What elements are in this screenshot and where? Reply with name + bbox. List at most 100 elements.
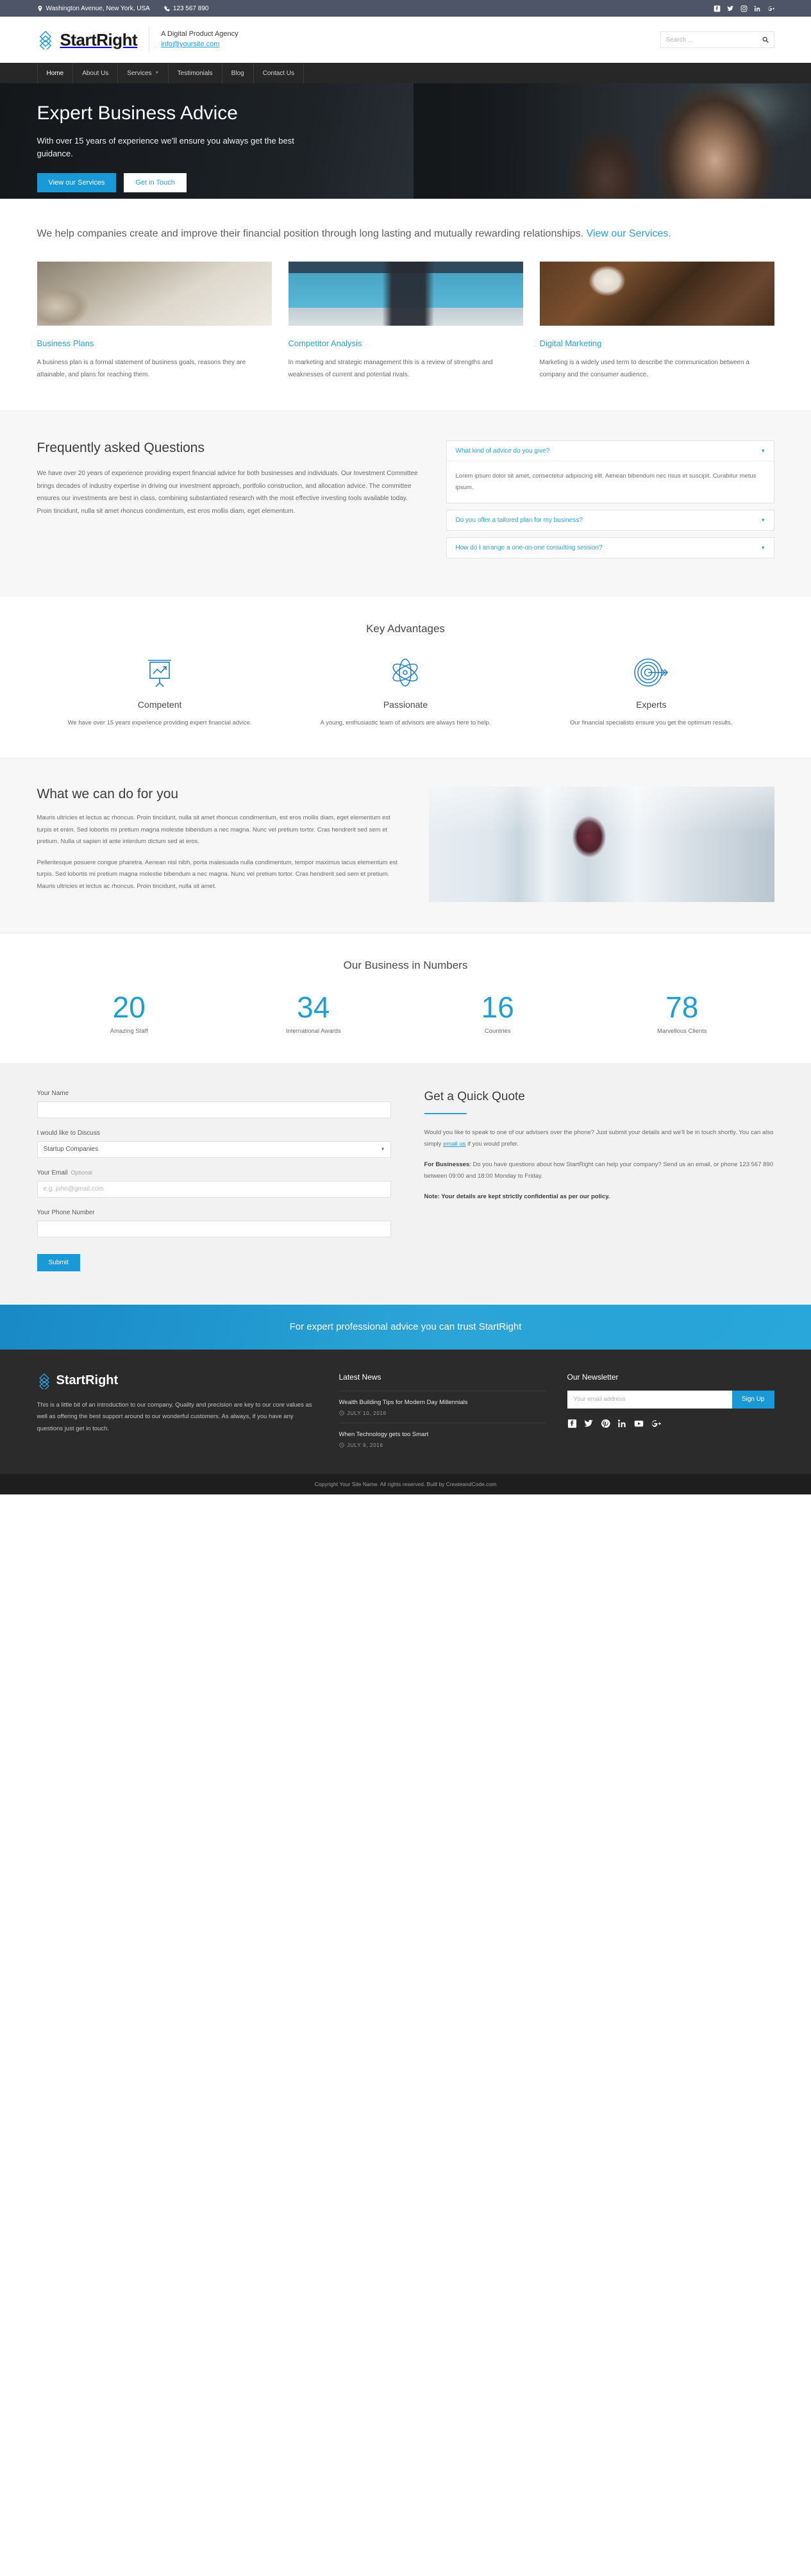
googleplus-icon[interactable]	[767, 5, 774, 12]
email-label: Your Email Optional	[37, 1169, 391, 1176]
nav-item-home[interactable]: Home	[37, 63, 74, 83]
linkedin-icon[interactable]	[617, 1419, 627, 1428]
discuss-label: I would like to Discuss	[37, 1129, 100, 1137]
advantage-experts: Experts Our financial specialists ensure…	[528, 655, 774, 729]
view-services-button[interactable]: View our Services	[37, 173, 117, 193]
main-navigation: Home About Us Services ▼ Testimonials Blog Con…	[0, 63, 811, 83]
faq-question[interactable]: How do I arrange a one-on-one consulting…	[447, 538, 774, 558]
facebook-icon[interactable]	[714, 5, 721, 12]
quote-p1b: if you would prefer.	[465, 1141, 519, 1148]
nav-item-services[interactable]: Services ▼	[118, 63, 169, 83]
nav-item-testimonials[interactable]: Testimonials	[169, 63, 222, 83]
service-card-title[interactable]: Business Plans	[37, 339, 272, 348]
stat-value: 20	[112, 991, 146, 1025]
what-we-do-paragraph-1: Mauris ultricies et lectus ac rhoncus. P…	[37, 814, 390, 846]
linkedin-icon[interactable]	[754, 5, 761, 12]
phone-icon	[163, 5, 170, 12]
chevron-down-icon[interactable]: ▾	[762, 447, 765, 455]
nav-item-about-us[interactable]: About Us	[73, 63, 119, 83]
key-advantages-section: Key Advantages Competent We have over 15…	[0, 596, 811, 758]
top-bar-social-links	[714, 5, 774, 12]
tagline-text: A Digital Product Agency	[161, 30, 238, 38]
what-we-do-text: What we can do for you Mauris ultricies …	[37, 787, 406, 902]
quote-p2: : Do you have questions about how StartR…	[424, 1160, 773, 1180]
logo-link[interactable]: StartRight	[37, 30, 138, 50]
phone-input[interactable]	[37, 1220, 391, 1237]
address-text: Washington Avenue, New York, USA	[46, 4, 150, 12]
nav-item-label: Testimonials	[177, 69, 213, 77]
intro-section: We help companies create and improve the…	[0, 199, 811, 262]
quote-paragraph-3: Note: Your details are kept strictly con…	[424, 1191, 774, 1203]
phone-text: 123 567 890	[172, 4, 209, 12]
service-card[interactable]: Competitor Analysis In marketing and stra…	[288, 262, 523, 381]
instagram-icon[interactable]	[740, 5, 748, 12]
copyright-bar: Copyright Your Site Name. All rights res…	[0, 1473, 811, 1494]
faq-question[interactable]: Do you offer a tailored plan for my busi…	[447, 510, 774, 530]
stat-value: 78	[665, 991, 699, 1025]
address-item: Washington Avenue, New York, USA	[37, 5, 150, 12]
faq-item: Do you offer a tailored plan for my busi…	[446, 509, 774, 531]
stat-item: 78 Marvellous Clients	[590, 991, 774, 1035]
quote-section: Your Name I would like to Discuss ▼ Your…	[0, 1062, 811, 1305]
nav-item-label: Home	[46, 69, 64, 77]
faq-question[interactable]: What kind of advice do you give? ▾	[447, 441, 774, 461]
search-input[interactable]	[665, 36, 762, 44]
latest-news-title: Latest News	[339, 1372, 381, 1382]
phone-item: 123 567 890	[163, 4, 209, 12]
service-card-image	[539, 262, 774, 326]
what-we-do-title: What we can do for you	[37, 787, 179, 802]
intro-services-link[interactable]: View our Services.	[587, 228, 671, 239]
newsletter-email-input[interactable]	[567, 1390, 732, 1409]
nav-item-blog[interactable]: Blog	[222, 63, 254, 83]
service-card[interactable]: Business Plans A business plan is a forma…	[37, 262, 272, 381]
news-title-link[interactable]: Wealth Building Tips for Modern Day Mill…	[339, 1399, 546, 1406]
copyright-text: Copyright Your Site Name. All rights res…	[314, 1480, 497, 1487]
email-us-link[interactable]: email us	[443, 1141, 465, 1148]
name-label: Your Name	[37, 1089, 69, 1097]
get-in-touch-button[interactable]: Get in Touch	[124, 173, 187, 193]
numbers-row: 20 Amazing Staff 34 International Awards 16 C…	[37, 991, 774, 1035]
email-input[interactable]	[37, 1180, 391, 1198]
intro-paragraph: We help companies create and improve the…	[37, 226, 774, 242]
nav-item-label: Services	[127, 69, 152, 77]
advantage-title: Competent	[137, 699, 182, 710]
submit-button[interactable]: Submit	[37, 1253, 80, 1271]
search-icon[interactable]	[762, 37, 769, 43]
twitter-icon[interactable]	[726, 5, 734, 12]
service-card-title[interactable]: Digital Marketing	[540, 339, 774, 348]
intro-text: We help companies create and improve the…	[37, 228, 587, 239]
youtube-icon[interactable]	[634, 1419, 644, 1428]
twitter-icon[interactable]	[583, 1419, 594, 1428]
search-box[interactable]	[660, 31, 774, 48]
service-card[interactable]: Digital Marketing Marketing is a widely u…	[539, 262, 774, 381]
quote-form: Your Name I would like to Discuss ▼ Your…	[37, 1090, 391, 1271]
quote-paragraph-1: Would you like to speak to one of our ad…	[424, 1127, 774, 1151]
header-email-link[interactable]: info@yoursite.com	[161, 40, 238, 50]
quote-note: Note: Your details are kept strictly con…	[424, 1192, 610, 1200]
nav-item-label: Blog	[231, 69, 244, 77]
business-numbers-section: Our Business in Numbers 20 Amazing Staff 3…	[0, 933, 811, 1063]
signup-button[interactable]: Sign Up	[732, 1390, 774, 1409]
googleplus-icon[interactable]	[651, 1419, 661, 1428]
nav-item-label: About Us	[82, 69, 109, 77]
stat-value: 34	[297, 991, 330, 1025]
email-label-text: Your Email	[37, 1169, 68, 1176]
service-card-title[interactable]: Competitor Analysis	[288, 339, 523, 348]
news-title-link[interactable]: When Technology gets too Smart	[339, 1431, 546, 1438]
advantage-title: Experts	[636, 699, 667, 710]
hero-banner: Expert Business Advice With over 15 year…	[0, 83, 811, 199]
chevron-down-icon[interactable]: ▾	[762, 517, 765, 524]
discuss-select[interactable]	[37, 1141, 391, 1158]
service-card-image	[37, 262, 272, 326]
for-businesses-label: For Businesses	[424, 1160, 470, 1168]
pinterest-icon[interactable]	[601, 1419, 610, 1428]
nav-item-contact-us[interactable]: Contact Us	[254, 63, 305, 83]
name-input[interactable]	[37, 1101, 391, 1118]
stat-label: Countries	[484, 1027, 511, 1035]
footer-logo[interactable]: StartRight	[37, 1373, 317, 1389]
chevron-down-icon[interactable]: ▾	[762, 544, 765, 551]
faq-body: We have over 20 years of experience prov…	[37, 470, 418, 515]
cta-banner: For expert professional advice you can t…	[0, 1304, 811, 1350]
advantage-competent: Competent We have over 15 years experien…	[37, 655, 283, 729]
facebook-icon[interactable]	[567, 1419, 577, 1428]
